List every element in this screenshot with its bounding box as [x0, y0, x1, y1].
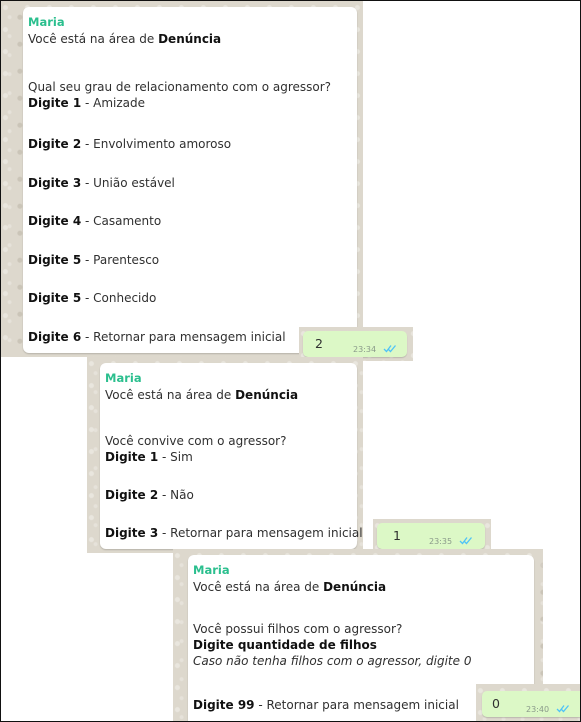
option-5: Digite 5 - Parentesco: [28, 253, 160, 267]
incoming-message-2[interactable]: Maria Você está na área de Denúncia Você…: [100, 363, 363, 549]
option-1: Digite 1 - Amizade: [28, 96, 146, 110]
area-prefix: Você está na área de: [105, 388, 236, 402]
outgoing-reply-3[interactable]: 0 23:40: [482, 691, 580, 717]
sender-name[interactable]: Maria: [28, 15, 65, 29]
double-check-icon: [383, 345, 396, 353]
double-check-icon: [459, 537, 472, 545]
outgoing-reply-2[interactable]: 1 23:35: [377, 523, 485, 549]
sender-name[interactable]: Maria: [105, 371, 142, 385]
option-1: Digite 99 - Retornar para mensagem inici…: [193, 698, 459, 712]
option-2: Digite 2 - Envolvimento amoroso: [28, 137, 232, 151]
sender-name[interactable]: Maria: [193, 563, 230, 577]
area-line: Você está na área de Denúncia: [193, 580, 386, 594]
area-name: Denúncia: [158, 32, 222, 46]
incoming-message-1[interactable]: Maria Você está na área de Denúncia Qual…: [23, 7, 357, 353]
option-7: Digite 6 - Retornar para mensagem inicia…: [28, 330, 286, 344]
option-6: Digite 5 - Conhecido: [28, 291, 157, 305]
reply-time: 23:34: [353, 345, 377, 354]
option-1: Digite 1 - Sim: [105, 450, 193, 464]
note-text: Caso não tenha filhos com o agressor, di…: [193, 654, 472, 668]
chat-screenshot-frame: Maria Você está na área de Denúncia Qual…: [0, 0, 581, 722]
outgoing-reply-1[interactable]: 2 23:34: [303, 331, 407, 357]
reply-time: 23:40: [526, 705, 550, 714]
area-name: Denúncia: [235, 388, 299, 402]
reply-time: 23:35: [429, 537, 453, 546]
option-4: Digite 4 - Casamento: [28, 214, 162, 228]
area-name: Denúncia: [323, 580, 387, 594]
option-3: Digite 3 - Retornar para mensagem inicia…: [105, 526, 363, 540]
area-line: Você está na área de Denúncia: [105, 388, 298, 402]
option-3: Digite 3 - União estável: [28, 176, 175, 190]
question-text: Qual seu grau de relacionamento com o ag…: [28, 80, 332, 94]
area-line: Você está na área de Denúncia: [28, 32, 221, 46]
question-text: Você possui filhos com o agressor?: [193, 622, 403, 636]
area-prefix: Você está na área de: [28, 32, 159, 46]
reply-text: 1: [393, 528, 401, 543]
reply-text: 0: [492, 696, 500, 711]
double-check-icon: [556, 705, 569, 713]
reply-text: 2: [315, 336, 323, 351]
option-2: Digite 2 - Não: [105, 488, 194, 502]
area-prefix: Você está na área de: [193, 580, 324, 594]
instruction-text: Digite quantidade de filhos: [193, 638, 377, 652]
question-text: Você convive com o agressor?: [105, 434, 287, 448]
